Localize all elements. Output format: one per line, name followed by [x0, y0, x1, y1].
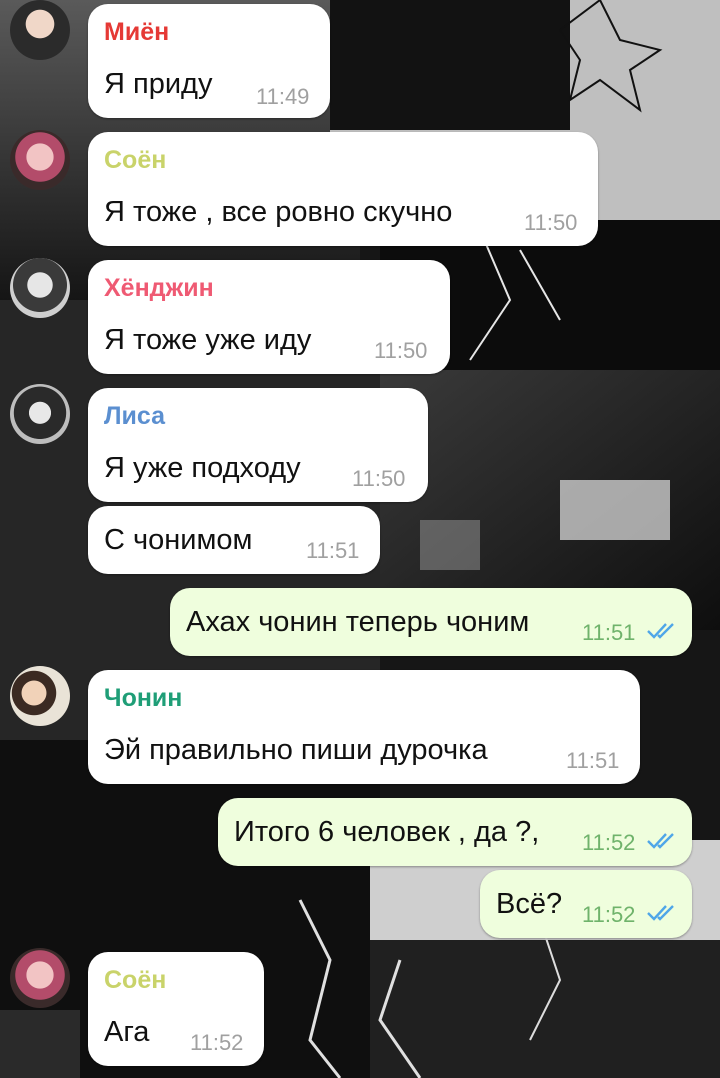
message-time: 11:51: [582, 620, 636, 645]
message-time: 11:52: [190, 1030, 244, 1055]
message-bubble-incoming[interactable]: Соён Ага 11:52: [88, 952, 264, 1066]
message-text: Ахах чонин теперь чоним: [186, 606, 530, 638]
message-text: Эй правильно пиши дурочка: [104, 734, 488, 766]
avatar-lisa[interactable]: [10, 384, 70, 444]
message-text: Всё?: [496, 888, 563, 920]
message-bubble-incoming[interactable]: С чонимом 11:51: [88, 506, 380, 574]
message-time: 11:51: [566, 748, 620, 773]
avatar-soen[interactable]: [10, 948, 70, 1008]
sender-name: Чонин: [104, 684, 183, 712]
message-bubble-outgoing[interactable]: Всё? 11:52: [480, 870, 692, 938]
avatar-mien[interactable]: [10, 0, 70, 60]
message-time: 11:50: [352, 466, 406, 491]
sender-name: Соён: [104, 146, 167, 174]
message-text: Я уже подходу: [104, 452, 301, 484]
chat-messages: Миён Я приду 11:49 Соён Я тоже , все ров…: [0, 0, 720, 1078]
avatar-soen[interactable]: [10, 130, 70, 190]
message-time: 11:51: [306, 538, 360, 563]
sender-name: Миён: [104, 18, 170, 46]
message-text: Я тоже уже иду: [104, 324, 312, 356]
message-bubble-outgoing[interactable]: Ахах чонин теперь чоним 11:51: [170, 588, 692, 656]
message-bubble-outgoing[interactable]: Итого 6 человек , да ?, 11:52: [218, 798, 692, 866]
message-bubble-incoming[interactable]: Лиса Я уже подходу 11:50: [88, 388, 428, 502]
sender-name: Хёнджин: [104, 274, 214, 302]
read-checkmarks-icon: [647, 833, 674, 849]
read-checkmarks-icon: [647, 623, 674, 639]
message-time: 11:50: [374, 338, 428, 363]
message-bubble-incoming[interactable]: Миён Я приду 11:49: [88, 4, 330, 118]
message-time: 11:52: [582, 902, 636, 927]
message-bubble-incoming[interactable]: Чонин Эй правильно пиши дурочка 11:51: [88, 670, 640, 784]
message-time: 11:50: [524, 210, 578, 235]
message-text: Я тоже , все ровно скучно: [104, 196, 453, 228]
message-bubble-incoming[interactable]: Соён Я тоже , все ровно скучно 11:50: [88, 132, 598, 246]
avatar-hyunjin[interactable]: [10, 258, 70, 318]
avatar-chonin[interactable]: [10, 666, 70, 726]
sender-name: Соён: [104, 966, 167, 994]
sender-name: Лиса: [104, 402, 166, 430]
message-text: Итого 6 человек , да ?,: [234, 816, 540, 848]
message-time: 11:49: [256, 84, 310, 109]
message-bubble-incoming[interactable]: Хёнджин Я тоже уже иду 11:50: [88, 260, 450, 374]
message-text: Ага: [104, 1016, 150, 1048]
read-checkmarks-icon: [647, 905, 674, 921]
message-text: С чонимом: [104, 524, 253, 556]
message-time: 11:52: [582, 830, 636, 855]
message-text: Я приду: [104, 68, 213, 100]
